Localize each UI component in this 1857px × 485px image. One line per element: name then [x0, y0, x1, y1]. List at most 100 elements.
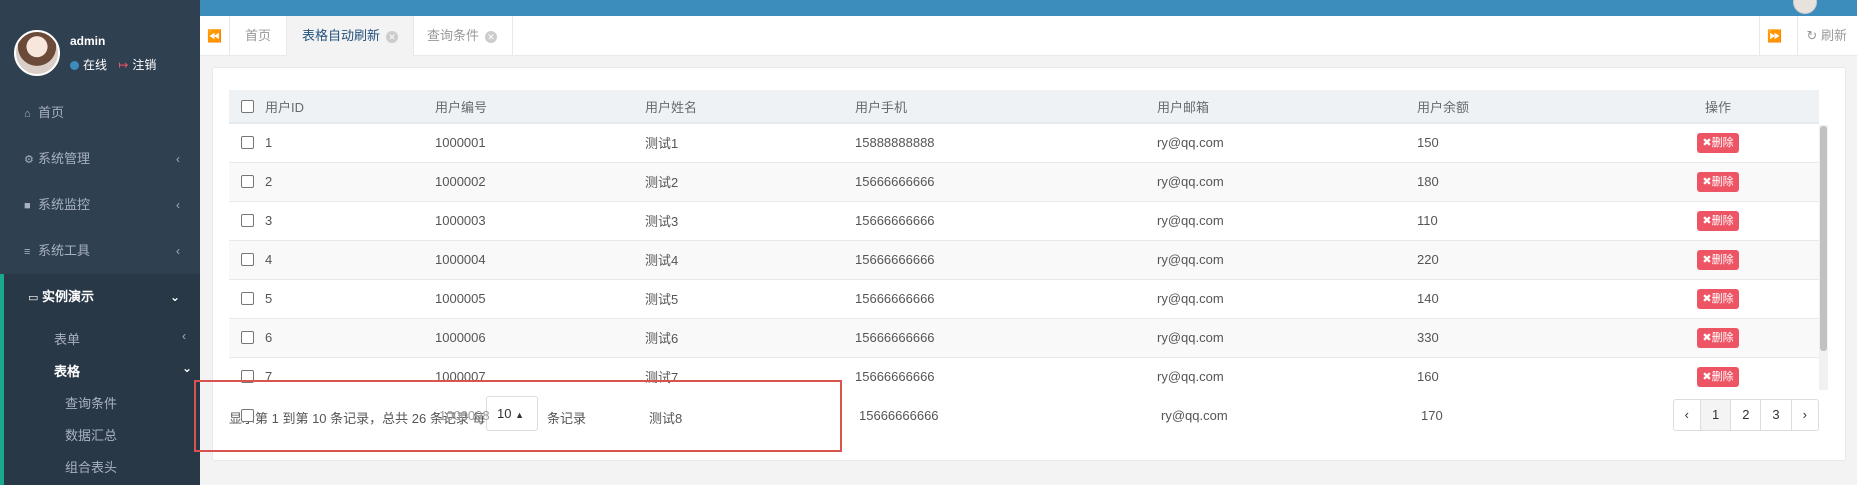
remove-icon: ✖ — [1702, 175, 1712, 188]
tab-label: 查询条件 — [427, 28, 480, 43]
cell-name: 测试3 — [645, 201, 855, 241]
delete-label: 删除 — [1711, 214, 1734, 227]
tabs-bar: ⏪ 首页 表格自动刷新 ✕ 查询条件 ✕ ⏩ ↻ 刷新 — [200, 16, 1857, 56]
delete-label: 删除 — [1711, 175, 1734, 188]
scroll-left-button[interactable]: ⏪ — [200, 16, 230, 56]
delete-button[interactable]: ✖删除 — [1697, 366, 1739, 387]
online-dot-icon — [70, 61, 79, 70]
tab-auto-refresh[interactable]: 表格自动刷新 ✕ — [287, 16, 415, 56]
table-row[interactable]: 1 1000001 测试1 15888888888 ry@qq.com 150 … — [229, 123, 1819, 163]
page-3-button[interactable]: 3 — [1760, 399, 1792, 431]
select-all-checkbox[interactable] — [241, 99, 254, 113]
chevron-left-icon: ‹ — [182, 329, 186, 343]
sidebar-item-system[interactable]: ⚙ 系统管理 ‹ — [0, 136, 200, 182]
sidebar-item-label: 系统工具 — [38, 243, 91, 258]
row-checkbox[interactable] — [241, 214, 254, 227]
table-viewport: 用户ID 用户编号 用户姓名 用户手机 用户邮箱 用户余额 操作 1 10000… — [213, 68, 1847, 390]
submenu-item-query[interactable]: 查询条件 — [65, 393, 117, 412]
delete-label: 删除 — [1711, 253, 1734, 266]
delete-label: 删除 — [1711, 292, 1734, 305]
col-user-name[interactable]: 用户姓名 — [645, 90, 855, 124]
cell-email: ry@qq.com — [1157, 318, 1417, 358]
col-user-balance[interactable]: 用户余额 — [1417, 90, 1617, 124]
logout-link[interactable]: 注销 — [132, 58, 156, 72]
delete-button[interactable]: ✖删除 — [1697, 327, 1739, 348]
sidebar-item-label: 系统监控 — [38, 197, 91, 212]
sidebar-item-tools[interactable]: ≡ 系统工具 ‹ — [0, 228, 200, 274]
row-checkbox[interactable] — [241, 175, 254, 188]
sidebar-item-demo[interactable]: ▭ 实例演示 ⌄ — [0, 274, 200, 320]
table-row[interactable]: 2 1000002 测试2 15666666666 ry@qq.com 180 … — [229, 162, 1819, 202]
submenu-item-form[interactable]: 表单 ‹ — [54, 329, 186, 348]
sidebar-item-home[interactable]: ⌂ 首页 — [0, 90, 200, 136]
cell-phone: 15666666666 — [855, 357, 1157, 390]
avatar[interactable] — [14, 30, 60, 76]
delete-label: 删除 — [1711, 370, 1734, 383]
row-checkbox[interactable] — [241, 136, 254, 150]
sidebar-item-label: 首页 — [38, 105, 65, 120]
sidebar-item-label: 实例演示 — [42, 289, 95, 304]
delete-button[interactable]: ✖删除 — [1697, 171, 1739, 192]
remove-icon: ✖ — [1702, 253, 1712, 266]
cell-balance: 110 — [1417, 201, 1617, 241]
delete-button[interactable]: ✖删除 — [1697, 288, 1739, 309]
gear-icon: ⚙ — [24, 154, 34, 166]
cell-id: 3 — [265, 201, 435, 241]
col-actions: 操作 — [1617, 90, 1819, 124]
cell-id: 2 — [265, 162, 435, 202]
cell-id: 5 — [265, 279, 435, 319]
page-next-button[interactable]: › — [1790, 399, 1819, 431]
tab-home[interactable]: 首页 — [230, 16, 288, 56]
close-icon[interactable]: ✕ — [386, 31, 399, 43]
cell-balance: 220 — [1417, 240, 1617, 280]
table-row[interactable]: 4 1000004 测试4 15666666666 ry@qq.com 220 … — [229, 240, 1819, 280]
table-row[interactable]: 6 1000006 测试6 15666666666 ry@qq.com 330 … — [229, 318, 1819, 358]
delete-button[interactable]: ✖删除 — [1697, 132, 1739, 153]
select-all-cell — [229, 90, 265, 124]
row-checkbox[interactable] — [241, 292, 254, 305]
cell-phone: 15666666666 — [855, 318, 1157, 358]
remove-icon: ✖ — [1702, 292, 1712, 305]
cell-code: 1000001 — [435, 123, 645, 163]
col-user-code[interactable]: 用户编号 — [435, 90, 645, 124]
table-row[interactable]: 5 1000005 测试5 15666666666 ry@qq.com 140 … — [229, 279, 1819, 319]
page-1-button[interactable]: 1 — [1699, 399, 1732, 431]
cell-code: 1000005 — [435, 279, 645, 319]
tab-query[interactable]: 查询条件 ✕ — [412, 16, 514, 56]
cell-email: ry@qq.com — [1161, 408, 1228, 423]
col-user-email[interactable]: 用户邮箱 — [1157, 90, 1417, 124]
col-user-id[interactable]: 用户ID — [265, 90, 435, 124]
cell-email: ry@qq.com — [1157, 162, 1417, 202]
logout-icon[interactable]: ↦ — [118, 58, 128, 72]
row-checkbox[interactable] — [241, 331, 254, 344]
cell-email: ry@qq.com — [1157, 279, 1417, 319]
refresh-label: 刷新 — [1820, 28, 1847, 43]
table-row[interactable]: 3 1000003 测试3 15666666666 ry@qq.com 110 … — [229, 201, 1819, 241]
cell-name: 测试6 — [645, 318, 855, 358]
chevron-left-icon: ‹ — [176, 244, 180, 258]
pagination: ‹ 1 2 3 › — [1672, 399, 1819, 431]
delete-button[interactable]: ✖删除 — [1697, 210, 1739, 231]
table-header-row: 用户ID 用户编号 用户姓名 用户手机 用户邮箱 用户余额 操作 — [229, 90, 1819, 124]
delete-label: 删除 — [1711, 136, 1734, 149]
submenu-item-table[interactable]: 表格 ⌄ — [54, 361, 192, 380]
header-avatar[interactable] — [1793, 0, 1817, 14]
scroll-right-button[interactable]: ⏩ — [1759, 16, 1789, 56]
home-icon: ⌂ — [24, 108, 31, 120]
col-user-phone[interactable]: 用户手机 — [855, 90, 1157, 124]
delete-button[interactable]: ✖删除 — [1697, 249, 1739, 270]
cell-phone: 15666666666 — [855, 201, 1157, 241]
chevron-down-icon: ⌄ — [182, 361, 193, 375]
sidebar-item-monitor[interactable]: ■ 系统监控 ‹ — [0, 182, 200, 228]
cell-balance: 150 — [1417, 123, 1617, 163]
row-checkbox[interactable] — [241, 253, 254, 266]
refresh-button[interactable]: ↻ 刷新 — [1797, 16, 1857, 56]
page-prev-button[interactable]: ‹ — [1672, 399, 1701, 431]
table-scrollbar-thumb[interactable] — [1820, 126, 1827, 351]
sidebar-item-label: 系统管理 — [38, 151, 91, 166]
submenu: 表单 ‹ 表格 ⌄ 查询条件 数据汇总 组合表头 — [0, 316, 200, 485]
submenu-item-summary[interactable]: 数据汇总 — [65, 425, 117, 444]
close-icon[interactable]: ✕ — [485, 31, 498, 43]
page-2-button[interactable]: 2 — [1730, 399, 1762, 431]
submenu-item-group-header[interactable]: 组合表头 — [65, 457, 117, 476]
